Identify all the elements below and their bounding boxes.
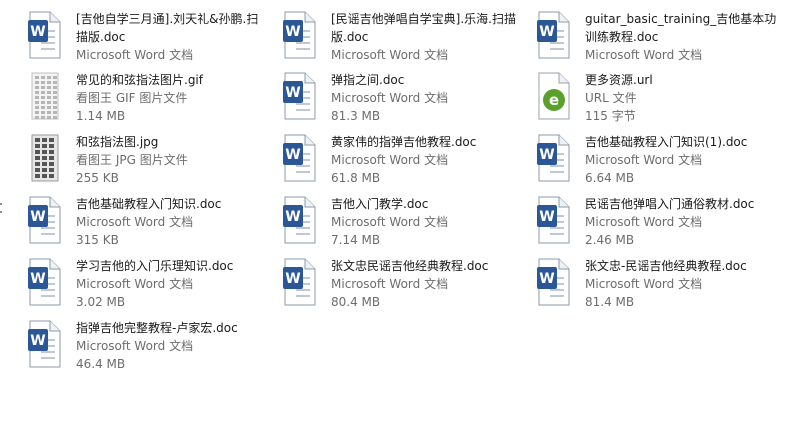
file-item[interactable]: W 张文忠民谣吉他经典教程.doc Microsoft Word 文档 80.4 MB	[283, 257, 533, 317]
svg-text:W: W	[30, 333, 45, 349]
file-name: [民谣吉他弹唱自学宝典].乐海.扫描 版.doc	[331, 12, 516, 44]
file-name: 黄家伟的指弹吉他教程.doc	[331, 135, 477, 149]
file-type: Microsoft Word 文档	[585, 215, 703, 229]
file-type: URL 文件	[585, 91, 637, 105]
file-name: 弹指之间.doc	[331, 73, 405, 87]
file-size: 1.14 MB	[76, 109, 126, 123]
file-details: 张文忠-民谣吉他经典教程.doc Microsoft Word 文档 81.4 MB	[585, 257, 785, 311]
svg-text:W: W	[30, 209, 45, 225]
file-size: 61.8 MB	[331, 171, 381, 185]
file-size: 6.64 MB	[585, 171, 635, 185]
file-list-pane: W [吉他自学三月通].刘天礼&孙鹏.扫 描版.doc Microsoft Word…	[0, 0, 809, 424]
file-name: 张文忠-民谣吉他经典教程.doc	[585, 259, 747, 273]
file-size: 80.4 MB	[331, 295, 381, 309]
file-details: 张文忠民谣吉他经典教程.doc Microsoft Word 文档 80.4 MB	[331, 257, 531, 311]
file-details: 学习吉他的入门乐理知识.doc Microsoft Word 文档 3.02 MB	[76, 257, 276, 311]
file-item[interactable]: W 黄家伟的指弹吉他教程.doc Microsoft Word 文档 61.8 MB	[283, 133, 533, 193]
file-details: 指弹吉他完整教程-卢家宏.doc Microsoft Word 文档 46.4 MB	[76, 319, 276, 373]
file-type: Microsoft Word 文档	[331, 215, 449, 229]
file-size: 315 KB	[76, 233, 119, 247]
file-size: 7.14 MB	[331, 233, 381, 247]
left-edge-mark	[0, 203, 2, 205]
file-name: 指弹吉他完整教程-卢家宏.doc	[76, 321, 238, 335]
svg-text:W: W	[539, 271, 554, 287]
file-details: 弹指之间.doc Microsoft Word 文档 81.3 MB	[331, 71, 531, 125]
svg-text:W: W	[30, 24, 45, 40]
file-name: 吉他基础教程入门知识(1).doc	[585, 135, 748, 149]
file-details: 更多资源.url URL 文件 115 字节	[585, 71, 785, 125]
file-name: [吉他自学三月通].刘天礼&孙鹏.扫 描版.doc	[76, 12, 259, 44]
file-type: Microsoft Word 文档	[76, 277, 194, 291]
svg-text:W: W	[539, 209, 554, 225]
file-name: 吉他基础教程入门知识.doc	[76, 197, 222, 211]
svg-text:e: e	[549, 91, 559, 109]
file-type: Microsoft Word 文档	[585, 277, 703, 291]
file-size: 81.4 MB	[585, 295, 635, 309]
file-type: Microsoft Word 文档	[76, 339, 194, 353]
svg-text:W: W	[285, 85, 300, 101]
file-details: 民谣吉他弹唱入门通俗教材.doc Microsoft Word 文档 2.46 MB	[585, 195, 785, 249]
file-details: [吉他自学三月通].刘天礼&孙鹏.扫 描版.doc Microsoft Word …	[76, 10, 276, 64]
file-type: 看图王 JPG 图片文件	[76, 153, 188, 167]
file-item[interactable]: W 吉他基础教程入门知识(1).doc Microsoft Word 文档 6.64 …	[537, 133, 787, 193]
file-details: 吉他基础教程入门知识(1).doc Microsoft Word 文档 6.64 M…	[585, 133, 785, 187]
file-item[interactable]: W [吉他自学三月通].刘天礼&孙鹏.扫 描版.doc Microsoft Word…	[28, 10, 278, 70]
svg-text:W: W	[285, 24, 300, 40]
file-item[interactable]: W 弹指之间.doc Microsoft Word 文档 81.3 MB	[283, 71, 533, 131]
file-details: 黄家伟的指弹吉他教程.doc Microsoft Word 文档 61.8 MB	[331, 133, 531, 187]
svg-text:W: W	[285, 271, 300, 287]
file-details: guitar_basic_training_吉他基本功 训练教程.doc Micr…	[585, 10, 785, 64]
svg-text:W: W	[30, 271, 45, 287]
file-name: 常见的和弦指法图片.gif	[76, 73, 203, 87]
file-details: 吉他基础教程入门知识.doc Microsoft Word 文档 315 KB	[76, 195, 276, 249]
file-type: 看图王 GIF 图片文件	[76, 91, 188, 105]
file-type: Microsoft Word 文档	[585, 153, 703, 167]
file-name: 张文忠民谣吉他经典教程.doc	[331, 259, 489, 273]
file-item[interactable]: Wguitar_basic_training_吉他基本功 训练教程.doc Mic…	[537, 10, 787, 70]
file-item[interactable]: 和弦指法图.jpg 看图王 JPG 图片文件 255 KB	[28, 133, 278, 193]
file-type: Microsoft Word 文档	[76, 215, 194, 229]
file-item[interactable]: 常见的和弦指法图片.gif 看图王 GIF 图片文件 1.14 MB	[28, 71, 278, 131]
file-details: 吉他入门教学.doc Microsoft Word 文档 7.14 MB	[331, 195, 531, 249]
left-edge-mark	[0, 211, 2, 213]
file-item[interactable]: W 民谣吉他弹唱入门通俗教材.doc Microsoft Word 文档 2.46 M…	[537, 195, 787, 255]
file-type: Microsoft Word 文档	[331, 153, 449, 167]
file-type: Microsoft Word 文档	[331, 91, 449, 105]
file-item[interactable]: e 更多资源.url URL 文件 115 字节	[537, 71, 787, 131]
file-item[interactable]: W 吉他入门教学.doc Microsoft Word 文档 7.14 MB	[283, 195, 533, 255]
file-size: 255 KB	[76, 171, 119, 185]
svg-text:W: W	[539, 147, 554, 163]
svg-text:W: W	[539, 24, 554, 40]
file-name: guitar_basic_training_吉他基本功 训练教程.doc	[585, 12, 777, 44]
svg-text:W: W	[285, 209, 300, 225]
file-name: 和弦指法图.jpg	[76, 135, 159, 149]
file-size: 81.3 MB	[331, 109, 381, 123]
file-item[interactable]: W 张文忠-民谣吉他经典教程.doc Microsoft Word 文档 81.4 M…	[537, 257, 787, 317]
file-item[interactable]: W 指弹吉他完整教程-卢家宏.doc Microsoft Word 文档 46.4 M…	[28, 319, 278, 379]
file-size: 3.02 MB	[76, 295, 126, 309]
file-name: 民谣吉他弹唱入门通俗教材.doc	[585, 197, 755, 211]
file-size: 2.46 MB	[585, 233, 635, 247]
file-item[interactable]: W 学习吉他的入门乐理知识.doc Microsoft Word 文档 3.02 MB	[28, 257, 278, 317]
file-name: 学习吉他的入门乐理知识.doc	[76, 259, 234, 273]
file-type: Microsoft Word 文档	[331, 277, 449, 291]
file-size: 46.4 MB	[76, 357, 126, 371]
file-size: 115 字节	[585, 109, 636, 123]
file-item[interactable]: W 吉他基础教程入门知识.doc Microsoft Word 文档 315 KB	[28, 195, 278, 255]
file-details: 和弦指法图.jpg 看图王 JPG 图片文件 255 KB	[76, 133, 276, 187]
file-item[interactable]: W [民谣吉他弹唱自学宝典].乐海.扫描 版.doc Microsoft Word …	[283, 10, 533, 70]
svg-text:W: W	[285, 147, 300, 163]
file-details: [民谣吉他弹唱自学宝典].乐海.扫描 版.doc Microsoft Word 文…	[331, 10, 531, 64]
file-type: Microsoft Word 文档	[585, 48, 703, 62]
file-type: Microsoft Word 文档	[331, 48, 449, 62]
file-name: 吉他入门教学.doc	[331, 197, 429, 211]
file-details: 常见的和弦指法图片.gif 看图王 GIF 图片文件 1.14 MB	[76, 71, 276, 125]
file-name: 更多资源.url	[585, 73, 653, 87]
file-type: Microsoft Word 文档	[76, 48, 194, 62]
